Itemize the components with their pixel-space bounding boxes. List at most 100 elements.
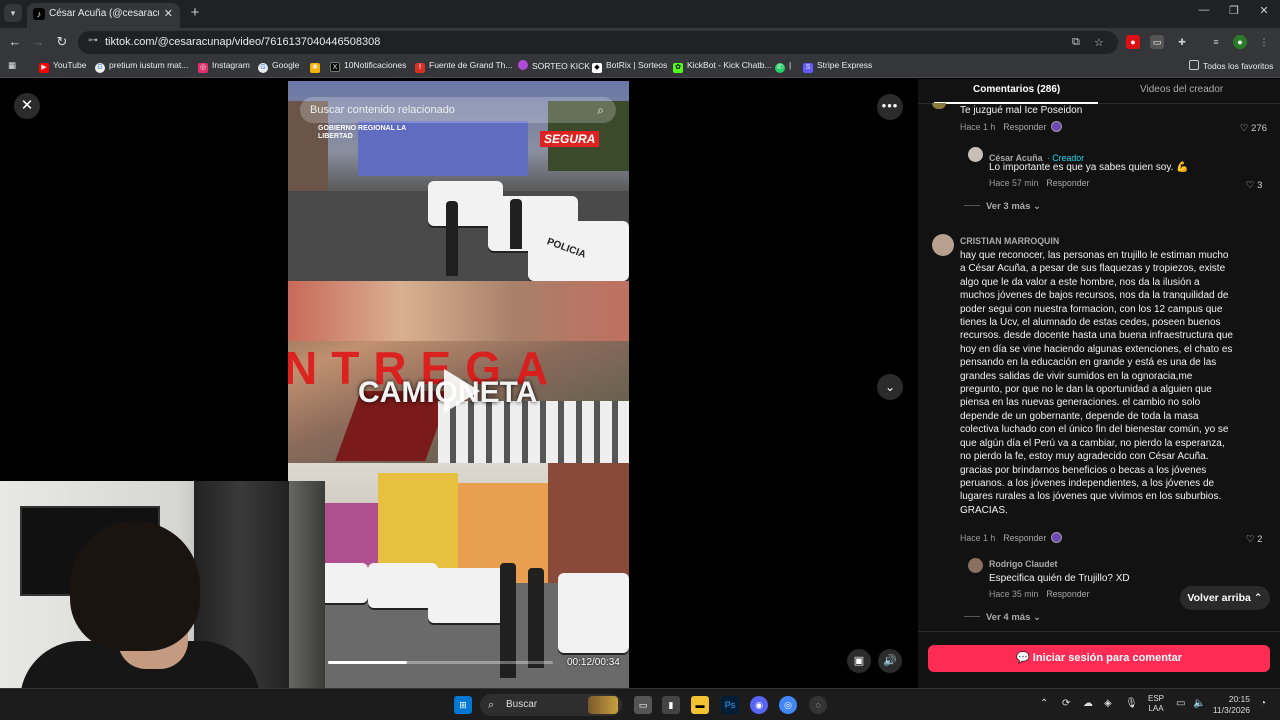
volume-icon[interactable]: 🔈 (1193, 698, 1205, 709)
avatar[interactable] (968, 147, 983, 162)
comment-author[interactable]: Rodrigo Claudet (989, 559, 1057, 569)
police-officer (446, 201, 458, 276)
comment-like[interactable]: ♡ 3 (1246, 180, 1262, 191)
browser-tab-active[interactable]: ♪ César Acuña (@cesaracunap) | T ✕ (27, 3, 180, 28)
bookmark-kickbot[interactable]: ✿ KickBot - Kick Chatb... (673, 60, 772, 73)
profile-avatar-icon[interactable]: ● (1233, 35, 1247, 49)
restore-window-button[interactable]: ❐ (1226, 4, 1242, 17)
tray-overflow-icon[interactable]: ⌃ (1040, 698, 1048, 709)
taskbar-clock[interactable]: 20:15 11/3/2026 (1210, 694, 1250, 716)
app-icon[interactable]: ▮ (662, 696, 680, 714)
divider (964, 205, 980, 206)
address-bar[interactable]: ⊶ tiktok.com/@cesaracunap/video/76161370… (78, 31, 1118, 54)
police-text: POLICIA (545, 236, 588, 261)
close-window-button[interactable]: ✕ (1256, 4, 1272, 17)
input-language[interactable]: ESP LAA (1148, 694, 1164, 714)
panel-divider (918, 631, 1280, 632)
extension-red-icon[interactable]: ● (1126, 35, 1140, 49)
browser-menu-icon[interactable]: ⋮ (1257, 35, 1271, 49)
taskbar-search[interactable]: ⌕ Buscar (480, 694, 622, 716)
bookmark-google[interactable]: G Google (258, 60, 299, 73)
more-options-button[interactable]: ••• (877, 94, 903, 120)
volume-button[interactable]: 🔊 (878, 649, 902, 673)
reply-button[interactable]: Responder (1046, 178, 1089, 188)
avatar[interactable] (932, 234, 954, 256)
task-view-icon[interactable]: ▭ (634, 696, 652, 714)
extension-card-icon[interactable]: ▭ (1150, 35, 1164, 49)
view-more-replies[interactable]: Ver 3 más ⌄ (964, 201, 1041, 212)
creator-liked-avatar (1051, 532, 1063, 543)
bookmark-grand-theft[interactable]: f Fuente de Grand Th... (415, 60, 512, 73)
install-app-icon[interactable]: ⧉ (1072, 36, 1080, 49)
reply-button[interactable]: Responder (1046, 589, 1089, 599)
site-info-icon[interactable]: ⊶ (88, 35, 98, 46)
windows-start-icon[interactable]: ⊞ (454, 696, 472, 714)
play-icon[interactable] (444, 369, 480, 413)
close-video-button[interactable]: ✕ (14, 93, 40, 119)
file-explorer-icon[interactable]: ▬ (691, 696, 709, 714)
apps-grid-icon[interactable]: ▦ (8, 60, 16, 71)
tray-app-icon[interactable]: ◈ (1104, 698, 1112, 709)
notifications-icon[interactable]: ◔ (1260, 698, 1266, 709)
stripe-icon: S (803, 63, 813, 73)
related-search-input[interactable]: Buscar contenido relacionado ⌕ (300, 97, 616, 123)
chrome-icon[interactable]: ◎ (779, 696, 797, 714)
extensions-puzzle-icon[interactable]: ✚ (1175, 35, 1189, 49)
google-favicon-icon: G (95, 63, 105, 73)
comment-like[interactable]: ♡ 276 (1240, 123, 1267, 134)
login-to-comment-button[interactable]: 💬 Iniciar sesión para comentar (928, 645, 1270, 672)
comment-text: Especifica quién de Trujillo? XD (989, 573, 1130, 584)
video-scene-bottom (288, 463, 629, 688)
bookmark-unnamed[interactable]: ✱ (310, 60, 324, 73)
forward-button[interactable]: → (29, 33, 47, 51)
reload-button[interactable]: ↻ (53, 33, 71, 51)
bookmark-stripe[interactable]: S Stripe Express (803, 60, 872, 73)
reply-button[interactable]: Responder (1003, 533, 1046, 543)
pinwheel-icon: ✱ (310, 63, 320, 73)
comment-time: Hace 1 h (960, 533, 996, 543)
comment-author[interactable]: CRISTIAN MARROQUIN (960, 236, 1059, 246)
video-progress-bar[interactable] (328, 661, 553, 664)
bookmark-star-icon[interactable]: ☆ (1094, 36, 1104, 49)
tray-mic-icon[interactable]: 🎙 (1125, 698, 1138, 709)
comment-text: Lo importante es que ya sabes quien soy.… (989, 162, 1189, 173)
tab-creator-videos[interactable]: Videos del creador (1140, 84, 1223, 95)
back-to-top-button[interactable]: Volver arriba ⌃ (1180, 586, 1270, 610)
tab-search-icon[interactable]: ▾ (4, 4, 22, 22)
police-truck (428, 568, 508, 623)
avatar[interactable] (932, 103, 946, 109)
search-icon[interactable]: ⌕ (597, 97, 604, 123)
video-frame[interactable]: POLICIA GOBIERNO REGIONAL LA LIBERTAD SE… (288, 81, 629, 688)
picture-in-picture-button[interactable]: ▣ (847, 649, 871, 673)
reply-button[interactable]: Responder (1003, 122, 1046, 132)
avatar[interactable] (968, 558, 983, 573)
bookmark-whatsapp[interactable]: ✆ | (775, 60, 791, 73)
tab-title: César Acuña (@cesaracunap) | T (49, 8, 159, 19)
photoshop-icon[interactable]: Ps (721, 696, 739, 714)
bookmark-sorteo-kick[interactable]: SORTEO KICK (518, 60, 590, 71)
minimize-window-button[interactable]: — (1196, 4, 1212, 16)
all-favorites-folder[interactable]: Todos los favoritos (1189, 60, 1273, 71)
network-icon[interactable]: ▭ (1176, 698, 1185, 709)
bookmark-pretium[interactable]: Gpretium iustum mat... (95, 60, 188, 73)
obs-icon[interactable]: ◌ (809, 696, 827, 714)
rooftops (288, 281, 629, 341)
bookmark-youtube[interactable]: ▶ YouTube (39, 60, 86, 73)
chevron-down-icon: ⌄ (1033, 612, 1041, 623)
view-more-replies[interactable]: Ver 4 más ⌄ (964, 612, 1041, 623)
new-tab-button[interactable]: + (186, 3, 204, 23)
bookmark-instagram[interactable]: ◎ Instagram (198, 60, 250, 73)
media-queue-icon[interactable]: ≡ (1209, 35, 1223, 49)
bookmark-botrix[interactable]: ◆ BotRix | Sorteos (592, 60, 667, 73)
tab-comments[interactable]: Comentarios (286) (973, 84, 1060, 95)
tray-sync-icon[interactable]: ⟳ (1062, 698, 1070, 709)
back-button[interactable]: ← (6, 33, 24, 51)
discord-icon[interactable]: ◉ (750, 696, 768, 714)
comment-time: Hace 1 h (960, 122, 996, 132)
tray-cloud-icon[interactable]: ☁ (1083, 698, 1093, 709)
next-video-button[interactable]: ⌄ (877, 374, 903, 400)
comment-like[interactable]: ♡ 2 (1246, 534, 1262, 545)
bookmark-10notificaciones[interactable]: X 10Notificaciones (330, 60, 406, 72)
tab-close-icon[interactable]: ✕ (164, 3, 173, 25)
instagram-icon: ◎ (198, 63, 208, 73)
